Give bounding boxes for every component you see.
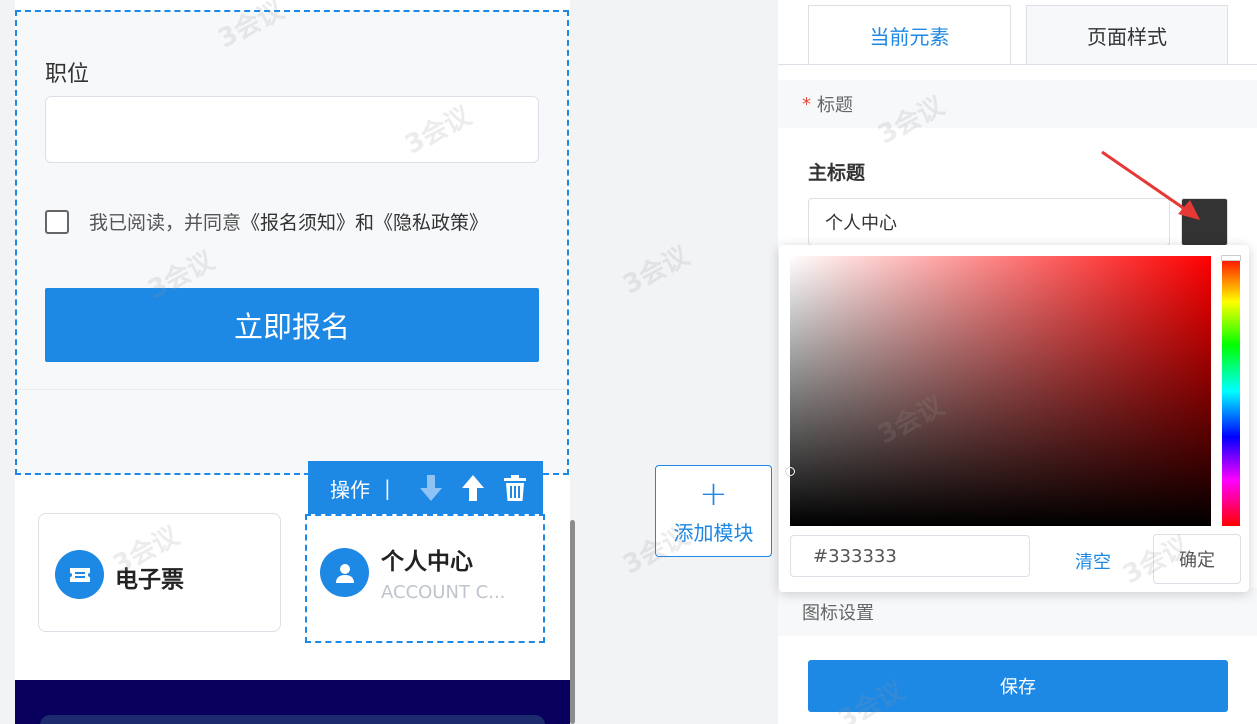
divider [17, 389, 567, 390]
position-input[interactable] [45, 96, 539, 163]
agree-checkbox[interactable] [45, 210, 69, 234]
move-down-icon[interactable] [417, 473, 445, 503]
delete-icon[interactable] [501, 473, 529, 503]
saturation-value-area[interactable] [790, 256, 1211, 526]
tab-divider [778, 64, 1257, 65]
red-arrow-annotation [1101, 150, 1200, 220]
preview-scrollbar-thumb[interactable] [570, 520, 575, 724]
icon-settings-header: 图标设置 [778, 588, 1257, 636]
confirm-color-button[interactable]: 确定 [1153, 534, 1241, 584]
user-icon [320, 548, 369, 597]
title-section-label: 标题 [817, 95, 853, 116]
register-now-button[interactable]: 立即报名 [45, 288, 539, 362]
watermark: 3会议 [618, 241, 695, 301]
add-module-label: 添加模块 [673, 520, 754, 545]
agree-text: 我已阅读，并同意《报名须知》和《隐私政策》 [89, 208, 488, 235]
banner-inner [40, 715, 545, 724]
operation-separator: | [384, 476, 391, 500]
main-title-label: 主标题 [808, 162, 866, 184]
agree-prefix: 我已阅读，并同意 [89, 212, 242, 234]
hue-slider[interactable] [1222, 256, 1240, 526]
clear-color-button[interactable]: 清空 [1075, 548, 1111, 574]
e-ticket-card[interactable]: 电子票 [38, 513, 281, 632]
ticket-icon [55, 550, 104, 599]
title-section-header: * 标题 [778, 80, 1257, 128]
required-mark: * [802, 93, 811, 115]
personal-center-card[interactable]: 个人中心 ACCOUNT C... [305, 514, 545, 643]
icon-settings-label: 图标设置 [802, 603, 874, 624]
add-module-button[interactable]: + 添加模块 [655, 465, 772, 557]
agree-policy-links[interactable]: 《报名须知》和《隐私政策》 [241, 212, 488, 234]
tab-current-element[interactable]: 当前元素 [808, 5, 1011, 65]
plus-icon: + [699, 473, 728, 514]
hue-slider-thumb[interactable] [1221, 255, 1241, 261]
move-up-icon[interactable] [459, 473, 487, 503]
tab-page-style[interactable]: 页面样式 [1026, 5, 1228, 65]
module-operation-bar: 操作 | [308, 461, 543, 515]
hex-color-input[interactable]: #333333 [790, 535, 1030, 577]
color-cursor[interactable] [786, 467, 795, 476]
registration-form-module[interactable]: 职位 我已阅读，并同意《报名须知》和《隐私政策》 立即报名 [15, 10, 569, 475]
e-ticket-title: 电子票 [115, 567, 184, 593]
position-label: 职位 [45, 62, 90, 87]
personal-center-title: 个人中心 [381, 549, 473, 575]
personal-center-subtitle: ACCOUNT C... [381, 582, 506, 603]
operation-label: 操作 [330, 477, 370, 502]
save-button[interactable]: 保存 [808, 660, 1228, 712]
